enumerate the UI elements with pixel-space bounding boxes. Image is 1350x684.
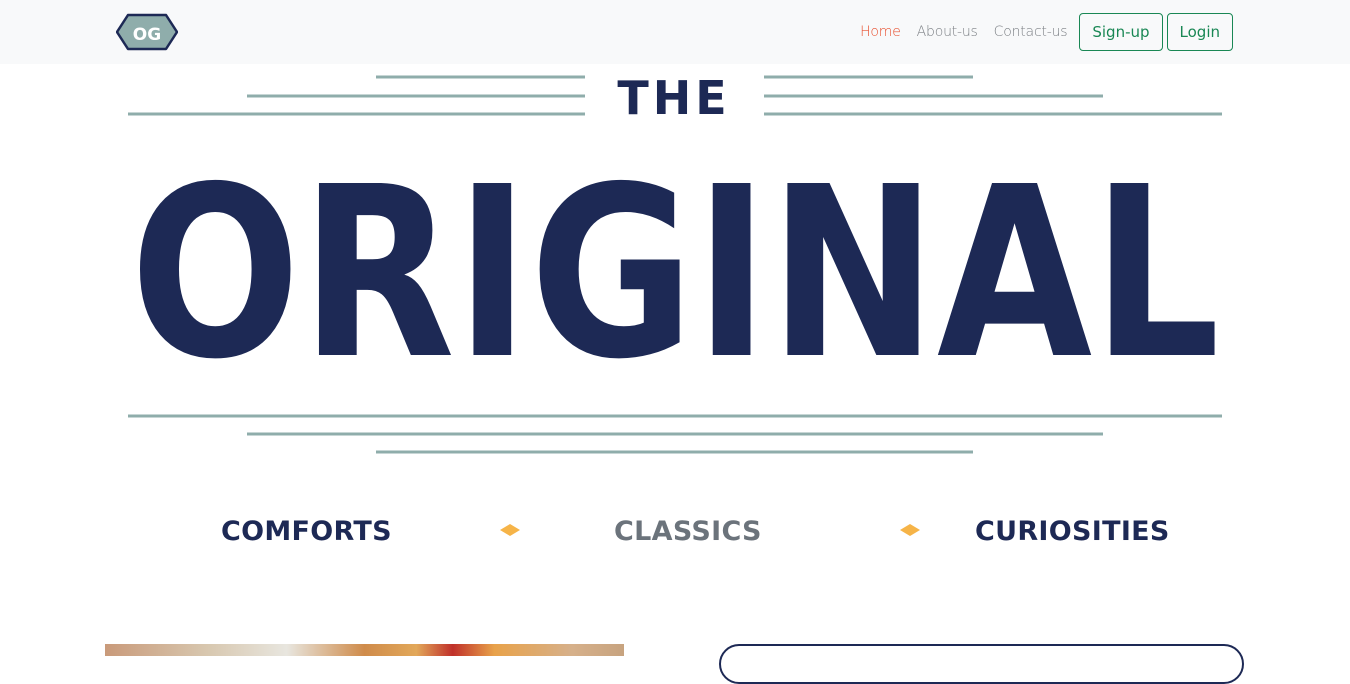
og-logo[interactable]: OG	[116, 12, 178, 52]
nav-home-link[interactable]: Home	[860, 24, 901, 40]
tagline-curiosities: CURIOSITIES	[975, 516, 1170, 547]
login-button[interactable]: Login	[1166, 13, 1233, 51]
logo-text: OG	[133, 25, 161, 45]
food-photo	[105, 644, 624, 656]
content-card	[719, 644, 1244, 684]
nav-contact-link[interactable]: Contact-us	[994, 24, 1068, 40]
hero-the-text: THE	[617, 71, 730, 125]
tagline-comforts: COMFORTS	[221, 516, 392, 547]
hero-lines-bottom	[128, 414, 1222, 454]
tagline-row: COMFORTS CLASSICS CURIOSITIES	[0, 508, 1350, 558]
signup-button[interactable]: Sign-up	[1079, 13, 1163, 51]
diamond-icon	[500, 524, 520, 536]
tagline-classics: CLASSICS	[614, 516, 762, 547]
diamond-icon	[900, 524, 920, 536]
nav-about-link[interactable]: About-us	[917, 24, 978, 40]
hero-title: ORIGINAL	[130, 136, 1220, 411]
hero-banner: THE ORIGINAL	[128, 71, 1222, 454]
nav-links: Home About-us Contact-us Sign-up Login	[860, 13, 1233, 51]
navbar: OG Home About-us Contact-us Sign-up Logi…	[0, 0, 1350, 64]
